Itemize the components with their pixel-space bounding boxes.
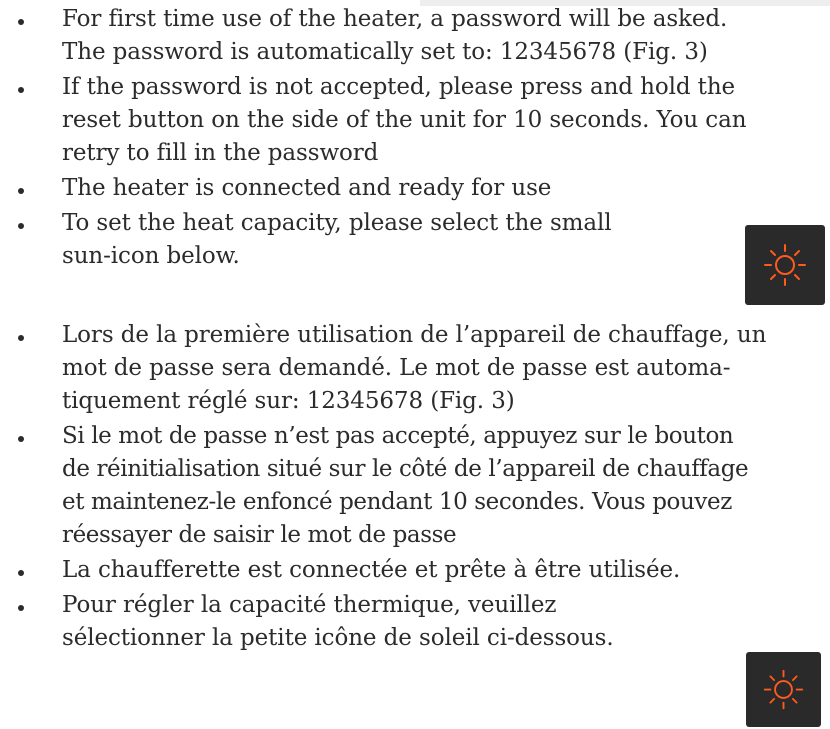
list-item-text: La chaufferette est connectée et prête à… <box>62 557 681 583</box>
list-item: Lors de la première utilisation de l’app… <box>0 319 830 418</box>
sun-icon <box>764 244 806 286</box>
list-item-text: To set the heat capacity, please select … <box>62 210 612 269</box>
list-item-text: For first time use of the heater, a pass… <box>62 6 728 65</box>
instructions-english: For first time use of the heater, a pass… <box>0 0 830 273</box>
bullet-dot <box>18 605 24 611</box>
list-item: Si le mot de passe n’est pas accepté, ap… <box>0 420 830 552</box>
list-item-text: The heater is connected and ready for us… <box>62 175 552 201</box>
list-item: To set the heat capacity, please select … <box>0 207 830 273</box>
sun-icon-tile <box>745 225 825 305</box>
bullet-dot <box>18 436 24 442</box>
list-item: Pour régler la capacité thermique, veuil… <box>0 589 830 655</box>
bullet-dot <box>18 188 24 194</box>
bullet-list-english: For first time use of the heater, a pass… <box>0 3 830 273</box>
list-item-text: If the password is not accepted, please … <box>62 74 747 166</box>
bullet-list-french: Lors de la première utilisation de l’app… <box>0 319 830 655</box>
bullet-dot <box>18 87 24 93</box>
bullet-dot <box>18 223 24 229</box>
bullet-dot <box>18 335 24 341</box>
list-item: For first time use of the heater, a pass… <box>0 3 830 69</box>
list-item: If the password is not accepted, please … <box>0 71 830 170</box>
list-item: The heater is connected and ready for us… <box>0 172 830 205</box>
list-item: La chaufferette est connectée et prête à… <box>0 554 830 587</box>
list-item-text: Si le mot de passe n’est pas accepté, ap… <box>62 423 749 548</box>
bullet-dot <box>18 19 24 25</box>
list-item-text: Lors de la première utilisation de l’app… <box>62 322 767 414</box>
sun-icon-tile <box>746 652 821 727</box>
bullet-dot <box>18 570 24 576</box>
instructions-french: Lors de la première utilisation de l’app… <box>0 319 830 655</box>
list-item-text: Pour régler la capacité thermique, veuil… <box>62 592 614 651</box>
sun-icon <box>763 669 804 710</box>
